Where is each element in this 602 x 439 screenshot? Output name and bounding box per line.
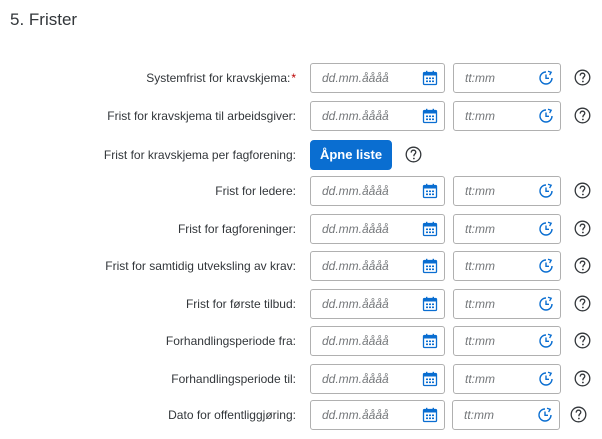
time-input[interactable]: tt:mm	[453, 326, 561, 356]
calendar-icon[interactable]	[422, 70, 438, 86]
calendar-icon[interactable]	[422, 333, 438, 349]
clock-icon[interactable]	[538, 183, 554, 199]
time-placeholder: tt:mm	[465, 372, 495, 386]
required-marker: *	[291, 71, 296, 85]
field-label-text: Forhandlingsperiode til:	[171, 372, 296, 386]
field-label-text: Frist for kravskjema per fagforening:	[103, 148, 296, 162]
help-icon[interactable]	[574, 295, 591, 312]
date-placeholder: dd.mm.åååå	[322, 71, 389, 85]
field-label-text: Frist for første tilbud:	[185, 297, 296, 311]
help-icon[interactable]	[574, 332, 591, 349]
date-placeholder: dd.mm.åååå	[322, 408, 389, 422]
help-icon[interactable]	[574, 107, 591, 124]
time-input[interactable]: tt:mm	[453, 364, 561, 394]
help-icon[interactable]	[570, 406, 587, 423]
field-label-text: Dato for offentliggjøring:	[168, 408, 296, 422]
date-input[interactable]: dd.mm.åååå	[310, 63, 445, 93]
time-placeholder: tt:mm	[465, 109, 495, 123]
clock-icon[interactable]	[538, 371, 554, 387]
clock-icon[interactable]	[538, 333, 554, 349]
time-placeholder: tt:mm	[465, 259, 495, 273]
date-input[interactable]: dd.mm.åååå	[310, 214, 445, 244]
date-input[interactable]: dd.mm.åååå	[310, 176, 445, 206]
field-label-text: Frist for ledere:	[215, 184, 296, 198]
date-placeholder: dd.mm.åååå	[322, 372, 389, 386]
calendar-icon[interactable]	[422, 371, 438, 387]
calendar-icon[interactable]	[422, 407, 438, 423]
date-input[interactable]: dd.mm.åååå	[310, 364, 445, 394]
clock-icon[interactable]	[538, 70, 554, 86]
form-row: Forhandlingsperiode fra: dd.mm.åååå tt:mm	[0, 326, 602, 356]
field-label: Forhandlingsperiode fra:	[166, 326, 296, 356]
form-row: Frist for første tilbud: dd.mm.åååå tt:mm	[0, 289, 602, 319]
time-input[interactable]: tt:mm	[453, 176, 561, 206]
field-label: Forhandlingsperiode til:	[171, 364, 296, 394]
time-placeholder: tt:mm	[465, 222, 495, 236]
time-placeholder: tt:mm	[465, 334, 495, 348]
time-placeholder: tt:mm	[465, 184, 495, 198]
field-label-text: Frist for kravskjema til arbeidsgiver:	[107, 109, 296, 123]
field-label-text: Frist for fagforeninger:	[177, 222, 296, 236]
time-placeholder: tt:mm	[464, 408, 494, 422]
help-icon[interactable]	[574, 257, 591, 274]
field-label: Systemfrist for kravskjema:*	[146, 63, 296, 93]
time-input[interactable]: tt:mm	[453, 251, 561, 281]
time-placeholder: tt:mm	[465, 71, 495, 85]
date-input[interactable]: dd.mm.åååå	[310, 101, 445, 131]
date-placeholder: dd.mm.åååå	[322, 184, 389, 198]
date-placeholder: dd.mm.åååå	[322, 109, 389, 123]
time-placeholder: tt:mm	[465, 297, 495, 311]
field-label-text: Forhandlingsperiode fra:	[165, 334, 296, 348]
form-row: Frist for kravskjema per fagforening: Åpn…	[0, 140, 602, 170]
help-icon[interactable]	[574, 220, 591, 237]
field-label: Frist for første tilbud:	[186, 289, 296, 319]
time-input[interactable]: tt:mm	[453, 101, 561, 131]
calendar-icon[interactable]	[422, 108, 438, 124]
form-row: Frist for kravskjema til arbeidsgiver: dd…	[0, 101, 602, 131]
date-placeholder: dd.mm.åååå	[322, 297, 389, 311]
form-row: Forhandlingsperiode til: dd.mm.åååå tt:mm	[0, 364, 602, 394]
open-list-button[interactable]: Åpne liste	[310, 140, 392, 170]
field-label: Frist for kravskjema per fagforening:	[104, 140, 296, 170]
calendar-icon[interactable]	[422, 221, 438, 237]
date-input[interactable]: dd.mm.åååå	[310, 289, 445, 319]
field-label: Frist for ledere:	[215, 176, 296, 206]
section-title: 5. Frister	[10, 10, 78, 29]
calendar-icon[interactable]	[422, 258, 438, 274]
field-label-text: Systemfrist for kravskjema:	[146, 71, 291, 85]
date-input[interactable]: dd.mm.åååå	[310, 251, 445, 281]
form-row: Frist for ledere: dd.mm.åååå tt:mm	[0, 176, 602, 206]
clock-icon[interactable]	[537, 407, 553, 423]
clock-icon[interactable]	[538, 296, 554, 312]
field-label: Dato for offentliggjøring:	[168, 400, 296, 430]
date-input[interactable]: dd.mm.åååå	[310, 400, 445, 430]
calendar-icon[interactable]	[422, 296, 438, 312]
form-row: Dato for offentliggjøring: dd.mm.åååå tt:m…	[0, 400, 602, 430]
time-input[interactable]: tt:mm	[452, 400, 560, 430]
field-label-text: Frist for samtidig utveksling av krav:	[105, 259, 296, 273]
form-row: Systemfrist for kravskjema:* dd.mm.åååå tt…	[0, 63, 602, 93]
date-placeholder: dd.mm.åååå	[322, 222, 389, 236]
field-label: Frist for kravskjema til arbeidsgiver:	[107, 101, 296, 131]
help-icon[interactable]	[574, 69, 591, 86]
date-placeholder: dd.mm.åååå	[322, 259, 389, 273]
help-icon[interactable]	[405, 146, 422, 163]
time-input[interactable]: tt:mm	[453, 214, 561, 244]
calendar-icon[interactable]	[422, 183, 438, 199]
date-input[interactable]: dd.mm.åååå	[310, 326, 445, 356]
field-label: Frist for fagforeninger:	[178, 214, 296, 244]
form-row: Frist for fagforeninger: dd.mm.åååå tt:mm	[0, 214, 602, 244]
clock-icon[interactable]	[538, 108, 554, 124]
time-input[interactable]: tt:mm	[453, 63, 561, 93]
form-row: Frist for samtidig utveksling av krav: dd…	[0, 251, 602, 281]
date-placeholder: dd.mm.åååå	[322, 334, 389, 348]
help-icon[interactable]	[574, 370, 591, 387]
help-icon[interactable]	[574, 182, 591, 199]
clock-icon[interactable]	[538, 221, 554, 237]
field-label: Frist for samtidig utveksling av krav:	[105, 251, 296, 281]
deadlines-form: 5. Frister Systemfrist for kravskjema:* d…	[0, 0, 602, 439]
clock-icon[interactable]	[538, 258, 554, 274]
time-input[interactable]: tt:mm	[453, 289, 561, 319]
